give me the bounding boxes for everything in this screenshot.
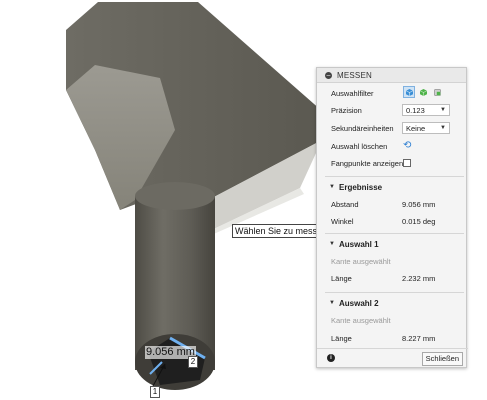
distance-row: Abstand 9.056 mm	[317, 196, 468, 212]
panel-title: MESSEN	[337, 70, 372, 80]
chevron-down-icon: ▼	[440, 125, 446, 131]
selection1-sub: Kante ausgewählt	[331, 256, 391, 266]
secondary-units-value: Keine	[406, 124, 426, 133]
model-cylinder-top	[135, 182, 215, 210]
collapse-icon[interactable]: –	[325, 71, 332, 79]
face-filter-icon[interactable]	[417, 86, 429, 98]
results-section-header[interactable]: ▼ Ergebnisse	[317, 180, 468, 194]
angle-value: 0.015 deg	[402, 216, 436, 226]
collapse-triangle-icon: ▼	[329, 300, 335, 306]
selection2-sub-row: Kante ausgewählt	[317, 312, 468, 328]
divider	[325, 292, 464, 293]
selection-filter-label: Auswahlfilter	[331, 88, 374, 98]
snap-points-checkbox[interactable]	[403, 159, 411, 167]
precision-value: 0.123	[406, 106, 425, 115]
selection1-section-header[interactable]: ▼ Auswahl 1	[317, 237, 468, 251]
selection1-length-row: Länge 2.232 mm	[317, 270, 468, 286]
selection-marker-2: 2	[188, 356, 198, 368]
info-icon[interactable]: i	[327, 354, 335, 362]
snap-points-row: Fangpunkte anzeigen	[317, 155, 468, 171]
precision-select[interactable]: 0.123 ▼	[402, 104, 450, 116]
selection-filter-icons	[403, 86, 443, 98]
close-button[interactable]: Schließen	[421, 352, 463, 366]
selection2-length-label: Länge	[331, 333, 352, 343]
selection2-heading: Auswahl 2	[339, 298, 379, 308]
clear-selection-row: Auswahl löschen	[317, 138, 468, 154]
collapse-triangle-icon: ▼	[329, 184, 335, 190]
selection1-length-label: Länge	[331, 273, 352, 283]
precision-label: Präzision	[331, 105, 362, 115]
divider	[325, 233, 464, 234]
selection-filter-row: Auswahlfilter	[317, 85, 468, 101]
angle-row: Winkel 0.015 deg	[317, 213, 468, 229]
selection1-sub-row: Kante ausgewählt	[317, 253, 468, 269]
chevron-down-icon: ▼	[440, 107, 446, 113]
angle-label: Winkel	[331, 216, 354, 226]
collapse-triangle-icon: ▼	[329, 241, 335, 247]
clear-selection-label: Auswahl löschen	[331, 141, 388, 151]
measure-panel: – MESSEN Auswahlfilter Präzision 0.123 ▼…	[316, 67, 468, 368]
edge-filter-icon[interactable]	[431, 86, 443, 98]
selection1-length-value: 2.232 mm	[402, 273, 436, 283]
secondary-units-label: Sekundäreinheiten	[331, 123, 394, 133]
divider	[325, 176, 464, 177]
selection2-section-header[interactable]: ▼ Auswahl 2	[317, 296, 468, 310]
distance-value: 9.056 mm	[402, 199, 436, 209]
selection-marker-1: 1	[150, 386, 160, 398]
selection1-heading: Auswahl 1	[339, 239, 379, 249]
selection2-length-row: Länge 8.227 mm	[317, 330, 468, 346]
panel-header[interactable]: – MESSEN	[317, 68, 466, 83]
selection2-length-value: 8.227 mm	[402, 333, 436, 343]
snap-points-label: Fangpunkte anzeigen	[331, 158, 404, 168]
body-filter-icon[interactable]	[403, 86, 415, 98]
results-heading: Ergebnisse	[339, 182, 383, 192]
reset-icon[interactable]: ⟲	[403, 141, 411, 151]
selection2-sub: Kante ausgewählt	[331, 315, 391, 325]
secondary-units-select[interactable]: Keine ▼	[402, 122, 450, 134]
distance-label: Abstand	[331, 199, 359, 209]
panel-footer: i Schließen	[317, 348, 468, 367]
